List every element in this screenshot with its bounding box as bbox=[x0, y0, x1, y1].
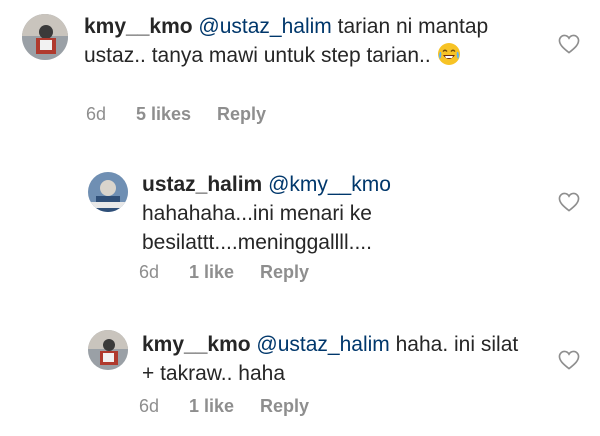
comment-username[interactable]: kmy__kmo bbox=[142, 333, 251, 356]
comment-username[interactable]: ustaz_halim bbox=[142, 173, 262, 196]
comment-body: ustaz_halim @kmy__kmo hahahaha...ini men… bbox=[142, 170, 530, 257]
avatar[interactable] bbox=[88, 172, 128, 212]
comment-meta: 6d 1 like Reply bbox=[139, 396, 309, 417]
heart-outline-icon[interactable] bbox=[558, 192, 580, 212]
heart-outline-icon[interactable] bbox=[558, 350, 580, 370]
comment-timestamp: 6d bbox=[139, 396, 160, 416]
comment-timestamp: 6d bbox=[139, 262, 160, 282]
comment-username[interactable]: kmy__kmo bbox=[84, 15, 193, 38]
comment-meta: 6d 5 likes Reply bbox=[86, 104, 266, 125]
comment-timestamp: 6d bbox=[86, 104, 107, 124]
reply-comment-item: kmy__kmo @ustaz_halim haha. ini silat + … bbox=[0, 318, 600, 436]
comment-mention[interactable]: @ustaz_halim bbox=[198, 15, 331, 38]
reply-button[interactable]: Reply bbox=[217, 104, 266, 125]
reply-comment-item: ustaz_halim @kmy__kmo hahahaha...ini men… bbox=[0, 160, 600, 300]
comment-body: kmy__kmo @ustaz_halim tarian ni mantap u… bbox=[84, 12, 530, 70]
reply-button[interactable]: Reply bbox=[260, 396, 309, 417]
comment-likes[interactable]: 5 likes bbox=[136, 104, 191, 125]
avatar[interactable] bbox=[22, 14, 68, 60]
comment-item: kmy__kmo @ustaz_halim tarian ni mantap u… bbox=[0, 0, 600, 140]
comment-text: hahahaha...ini menari ke besilattt....me… bbox=[142, 202, 372, 254]
reply-button[interactable]: Reply bbox=[260, 262, 309, 283]
comment-mention[interactable]: @ustaz_halim bbox=[256, 333, 389, 356]
avatar[interactable] bbox=[88, 330, 128, 370]
comment-mention[interactable]: @kmy__kmo bbox=[268, 173, 391, 196]
tears-of-joy-emoji-icon bbox=[437, 42, 461, 66]
comment-body: kmy__kmo @ustaz_halim haha. ini silat + … bbox=[142, 330, 530, 388]
comment-likes[interactable]: 1 like bbox=[189, 262, 234, 283]
heart-outline-icon[interactable] bbox=[558, 34, 580, 54]
comment-meta: 6d 1 like Reply bbox=[139, 262, 309, 283]
comment-likes[interactable]: 1 like bbox=[189, 396, 234, 417]
